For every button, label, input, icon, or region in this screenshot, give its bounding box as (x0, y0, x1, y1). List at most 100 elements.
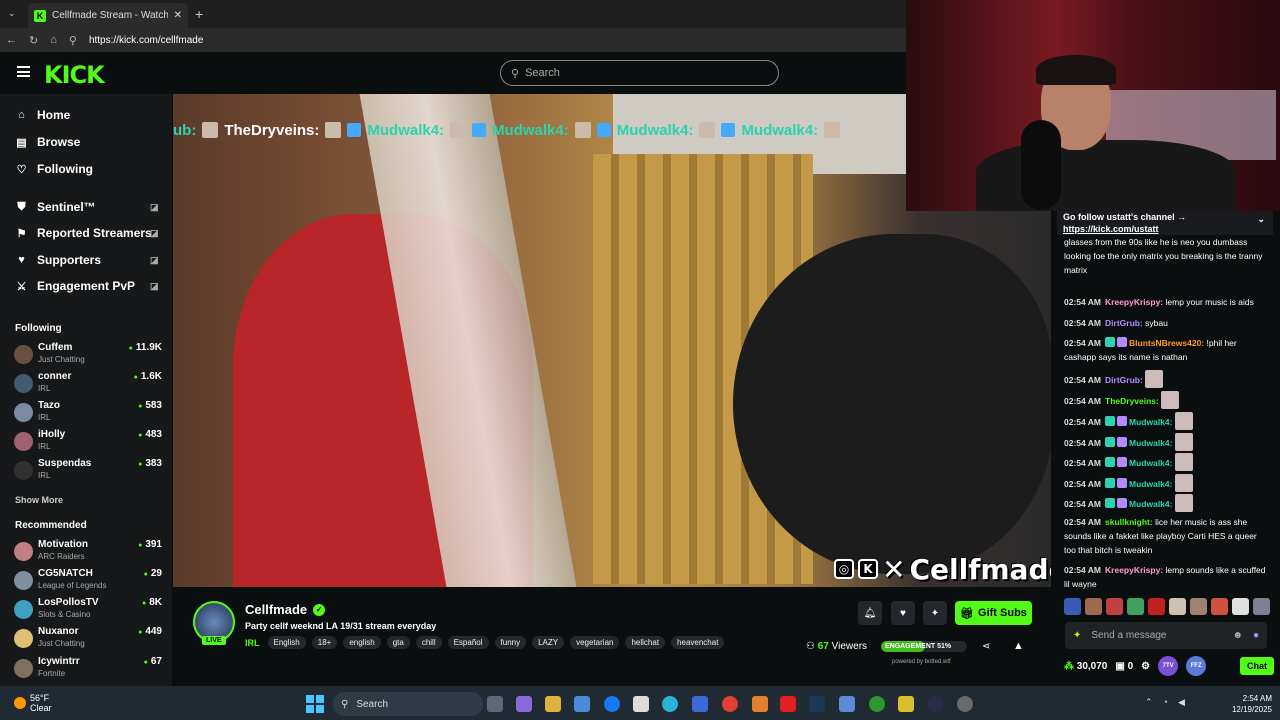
emote-icon[interactable] (1085, 598, 1102, 615)
chrome-icon[interactable] (722, 696, 738, 712)
recommended-channel[interactable]: Icywintrr Fortnite 67 (14, 656, 164, 684)
gift-subs-button[interactable]: 🎁︎ Gift Subs (955, 601, 1032, 625)
emote-icon[interactable] (1106, 598, 1123, 615)
message-username[interactable]: KreepyKrispy: (1105, 297, 1163, 307)
followed-channel[interactable]: iHolly IRL 483 (14, 429, 164, 457)
report-icon[interactable]: ▲ (1013, 640, 1024, 652)
followed-channel[interactable]: conner IRL 1.6K (14, 371, 164, 399)
message-username[interactable]: DirtGrub: (1105, 375, 1143, 385)
recommended-channel[interactable]: LosPollosTV Slots & Casino 8K (14, 597, 164, 625)
emote-icon[interactable] (1211, 598, 1228, 615)
emote-icon[interactable] (1148, 598, 1165, 615)
url-field[interactable]: https://kick.com/cellfmade (89, 35, 203, 46)
7tv-button[interactable]: 7TV (1158, 656, 1179, 676)
emote-icon[interactable] (1190, 598, 1207, 615)
show-more-button[interactable]: Show More (15, 495, 63, 505)
site-info-icon[interactable]: ⚲ (69, 34, 77, 47)
tab-close-icon[interactable]: ✕ (174, 10, 182, 21)
copilot-icon[interactable] (516, 696, 532, 712)
steam-icon[interactable] (809, 696, 825, 712)
notes-icon[interactable] (898, 696, 914, 712)
emote-picker-icon[interactable]: ● (1253, 630, 1259, 641)
follow-button[interactable]: ♥ (891, 601, 915, 625)
tag-chip[interactable]: heavenchat (671, 636, 725, 649)
followed-channel[interactable]: Suspendas IRL 383 (14, 458, 164, 486)
emote-icon[interactable] (1169, 598, 1186, 615)
facebook-icon[interactable] (604, 696, 620, 712)
chevron-up-icon[interactable]: ⌃ (1145, 697, 1153, 708)
chat-message[interactable]: 02:54 AM Mudwalk4: (1064, 412, 1270, 430)
calculator-icon[interactable] (692, 696, 708, 712)
chat-message[interactable]: 02:54 AM TheDryveins: (1064, 391, 1270, 409)
windows-start-icon[interactable] (306, 695, 324, 713)
message-username[interactable]: BluntsNBrews420: (1129, 338, 1204, 348)
tag-chip[interactable]: Español (447, 636, 489, 649)
pinned-message[interactable]: Go follow ustatt's channel → https://kic… (1057, 211, 1273, 235)
sidebar-item-sentinel[interactable]: ⛊ Sentinel™ ◪ (16, 200, 158, 214)
task-view-icon[interactable] (487, 696, 503, 712)
channel-name-heading[interactable]: Cellfmade ✓ (245, 602, 326, 617)
chat-message[interactable]: glasses from the 90s like he is neo you … (1064, 235, 1270, 277)
message-username[interactable]: TheDryveins: (1105, 396, 1159, 406)
sidebar-item-reported-streamers[interactable]: ⚑ Reported Streamers ◪ (16, 226, 159, 240)
channel-points[interactable]: ⁂ 30,070 (1064, 661, 1107, 672)
sidebar-item-home[interactable]: ⌂ Home (16, 108, 70, 122)
clip-button[interactable]: ✦ (923, 601, 947, 625)
sidebar-item-supporters[interactable]: ♥ Supporters ◪ (16, 253, 158, 267)
taskbar-search[interactable]: ⚲ Search (333, 692, 483, 716)
chat-message[interactable]: 02:54 AM DirtGrub: (1064, 370, 1270, 388)
message-username[interactable]: Mudwalk4: (1129, 479, 1172, 489)
search-input[interactable]: ⚲ Search (500, 60, 779, 86)
channel-name[interactable]: Cellfmade (245, 602, 307, 617)
tag-chip[interactable]: 18+ (311, 636, 338, 649)
emote-icon[interactable] (1253, 598, 1270, 615)
tag-chip[interactable]: LAZY (532, 636, 565, 649)
chat-message[interactable]: 02:54 AM Mudwalk4: (1064, 453, 1270, 471)
stream-category[interactable]: IRL (245, 638, 260, 648)
wifi-icon[interactable]: ◔ (1163, 697, 1168, 708)
chat-message[interactable]: 02:54 AM DirtGrub: sybau (1064, 316, 1270, 330)
ffz-button[interactable]: FFZ (1186, 656, 1207, 676)
emoji-icon[interactable]: ☻ (1232, 630, 1243, 641)
recommended-channel[interactable]: Nuxanor Just Chatting 449 (14, 626, 164, 654)
message-username[interactable]: Mudwalk4: (1129, 458, 1172, 468)
message-username[interactable]: Mudwalk4: (1129, 438, 1172, 448)
chat-message[interactable]: 02:54 AM Mudwalk4: (1064, 433, 1270, 451)
app-icon[interactable] (752, 696, 768, 712)
recommended-channel[interactable]: Motivation ARC Raiders 391 (14, 539, 164, 567)
tag-chip[interactable]: hellchat (625, 636, 666, 649)
emote-icon[interactable] (1127, 598, 1144, 615)
volume-icon[interactable]: ◀ (1178, 697, 1185, 708)
store-icon[interactable] (574, 696, 590, 712)
chat-send-button[interactable]: Chat (1240, 657, 1274, 675)
reload-icon[interactable]: ↻ (29, 34, 38, 47)
emote-icon[interactable] (1064, 598, 1081, 615)
settings-icon[interactable] (957, 696, 973, 712)
tab-list-chevron-icon[interactable]: ⌄ (8, 8, 16, 19)
chat-input[interactable]: ✦ Send a message ☻ ● (1065, 622, 1267, 649)
xbox-icon[interactable] (869, 696, 885, 712)
message-username[interactable]: Mudwalk4: (1129, 499, 1172, 509)
chat-message[interactable]: 02:54 AM KreepyKrispy: lemp sounds like a… (1064, 563, 1270, 591)
browser-tab[interactable]: K Cellfmade Stream - Watch Li ✕ (28, 3, 188, 28)
tag-chip[interactable]: chill (415, 636, 442, 649)
tag-chip[interactable]: vegetarian (570, 636, 620, 649)
tag-chip[interactable]: gta (386, 636, 410, 649)
notification-bell-button[interactable]: 🔔︎ (858, 601, 882, 625)
recommended-channel[interactable]: CG5NATCH League of Legends 29 (14, 568, 164, 596)
new-tab-icon[interactable]: + (195, 6, 203, 22)
edge-icon[interactable] (662, 696, 678, 712)
taskbar-clock[interactable]: 2:54 AM 12/19/2025 (1222, 693, 1272, 715)
app-icon[interactable] (839, 696, 855, 712)
message-username[interactable]: skullknight: (1105, 517, 1153, 527)
back-icon[interactable]: ← (6, 34, 17, 46)
emote-icon[interactable] (1232, 598, 1249, 615)
followed-channel[interactable]: Cuffem Just Chatting 11.9K (14, 342, 164, 370)
tag-chip[interactable]: English (267, 636, 306, 649)
chevron-down-icon[interactable]: ⌄ (1257, 213, 1265, 225)
tag-chip[interactable]: english (343, 636, 381, 649)
message-username[interactable]: DirtGrub: (1105, 318, 1143, 328)
amazon-icon[interactable] (633, 696, 649, 712)
settings-icon[interactable]: ⚙ (1141, 661, 1150, 672)
menu-icon[interactable] (17, 66, 30, 77)
